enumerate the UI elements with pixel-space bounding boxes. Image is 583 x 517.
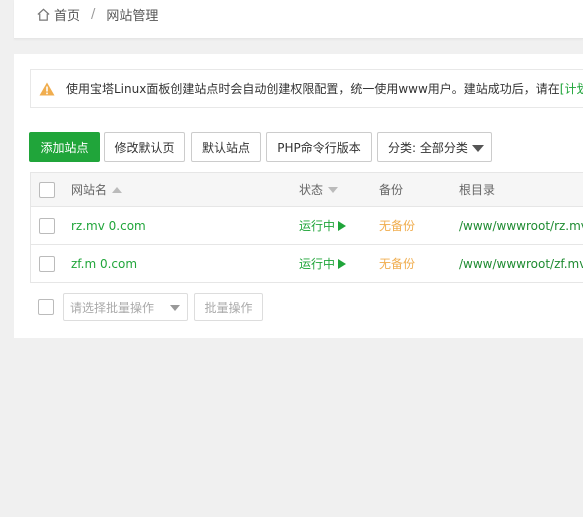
site-status-label: 运行中 [299,219,336,233]
permission-notice: 使用宝塔Linux面板创建站点时会自动创建权限配置，统一使用www用户。建站成功… [30,69,583,108]
site-backup[interactable]: 无备份 [379,245,415,282]
notice-link[interactable]: [计划 [560,80,583,97]
row-checkbox[interactable] [39,255,55,272]
category-select-value: 分类: 全部分类 [388,140,468,155]
site-table: 网站名 状态 备份 根目录 rz.mv 0.com 运行中 无备份 /www/w… [30,172,583,283]
breadcrumb-current: 网站管理 [106,9,159,24]
site-name-link[interactable]: zf.m 0.com [71,245,137,282]
chevron-down-icon [472,145,484,152]
sort-up-icon [112,186,123,193]
breadcrumb-separator: / [91,7,96,22]
site-root-path[interactable]: /www/wwwroot/zf.mv [459,245,583,282]
site-management-panel: 使用宝塔Linux面板创建站点时会自动创建权限配置，统一使用www用户。建站成功… [14,54,583,338]
add-site-button[interactable]: 添加站点 [29,132,100,162]
site-backup[interactable]: 无备份 [379,207,415,244]
notice-text: 使用宝塔Linux面板创建站点时会自动创建权限配置，统一使用www用户。建站成功… [66,82,560,96]
table-row: zf.m 0.com 运行中 无备份 /www/wwwroot/zf.mv [30,245,583,283]
site-status-label: 运行中 [299,257,336,271]
column-status-header[interactable]: 状态 [299,173,339,206]
sort-down-icon [328,186,339,193]
column-status-label: 状态 [299,183,324,197]
breadcrumb: 首页 / 网站管理 [36,5,158,24]
default-site-button[interactable]: 默认站点 [191,132,261,162]
home-icon [37,8,50,21]
warning-icon [39,82,55,95]
category-select[interactable]: 分类: 全部分类 [377,132,492,162]
php-cli-version-button[interactable]: PHP命令行版本 [266,132,372,162]
column-backup-header: 备份 [379,183,404,197]
column-root-header: 根目录 [459,183,496,197]
site-status[interactable]: 运行中 [299,207,347,244]
batch-operation-button[interactable]: 批量操作 [194,293,263,321]
chevron-down-icon [170,305,180,311]
play-icon [338,220,347,231]
batch-operation-placeholder: 请选择批量操作 [70,300,155,315]
breadcrumb-home[interactable]: 首页 [54,5,80,24]
column-name-header[interactable]: 网站名 [71,173,123,206]
site-status[interactable]: 运行中 [299,245,347,282]
breadcrumb-bar: 首页 / 网站管理 [14,0,583,39]
site-root-path[interactable]: /www/wwwroot/rz.mv [459,207,583,244]
select-all-checkbox[interactable] [39,181,55,198]
table-row: rz.mv 0.com 运行中 无备份 /www/wwwroot/rz.mv [30,207,583,245]
edit-default-page-button[interactable]: 修改默认页 [104,132,185,162]
batch-operation-select[interactable]: 请选择批量操作 [63,293,188,321]
row-checkbox[interactable] [39,217,55,234]
play-icon [338,258,347,269]
site-name-link[interactable]: rz.mv 0.com [71,207,146,244]
table-header: 网站名 状态 备份 根目录 [30,172,583,207]
batch-select-all-checkbox[interactable] [38,299,54,315]
column-name-label: 网站名 [71,183,108,197]
